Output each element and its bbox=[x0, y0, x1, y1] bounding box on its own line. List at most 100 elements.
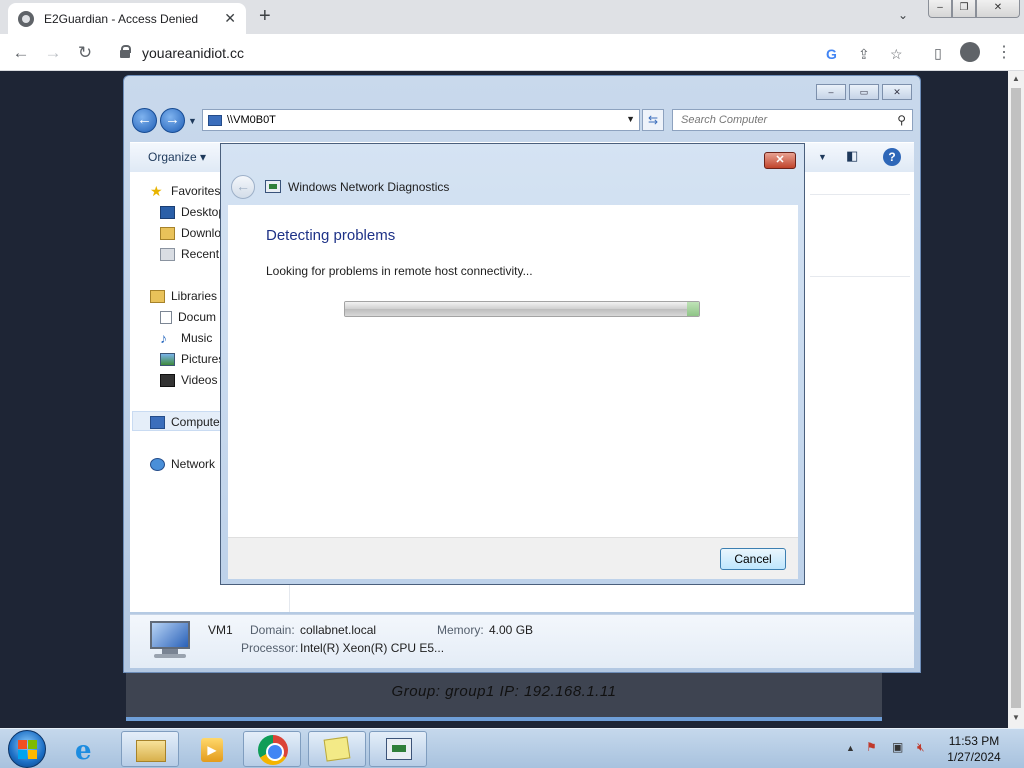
browser-toolbar: ← → ↻ youareanidiot.cc G ⇪ ☆ ▯ bbox=[0, 34, 1024, 71]
downloads-icon bbox=[160, 226, 175, 240]
volume-muted-icon[interactable]: 🔇︎ bbox=[917, 740, 925, 755]
new-tab-button[interactable]: + bbox=[259, 5, 271, 28]
scroll-down-icon[interactable]: ▼ bbox=[1012, 713, 1020, 722]
dialog-footer: Cancel bbox=[228, 537, 798, 579]
profile-avatar[interactable] bbox=[960, 42, 980, 62]
nav-item-network[interactable]: Network bbox=[150, 457, 215, 471]
taskbar-chrome[interactable] bbox=[243, 731, 301, 767]
help-icon[interactable]: ? bbox=[883, 148, 901, 166]
network-diagnostics-icon bbox=[386, 738, 412, 760]
computer-icon bbox=[150, 415, 165, 429]
refresh-icon[interactable]: ⇆ bbox=[642, 109, 664, 131]
scroll-up-icon[interactable]: ▲ bbox=[1012, 74, 1020, 83]
explorer-back-icon[interactable]: ← bbox=[132, 108, 157, 133]
network-tray-icon[interactable]: ▣ bbox=[892, 740, 903, 754]
nav-label: Downlo bbox=[181, 226, 222, 240]
chrome-icon bbox=[258, 735, 288, 765]
nav-label: Recent bbox=[181, 247, 220, 261]
explorer-maximize-button[interactable]: ▭ bbox=[849, 84, 879, 100]
memory-value: 4.00 GB bbox=[489, 623, 534, 637]
taskbar-sticky-notes[interactable] bbox=[308, 731, 366, 767]
nav-item-downloads[interactable]: Downlo bbox=[160, 226, 221, 240]
system-clock[interactable]: 11:53 PM 1/27/2024 bbox=[944, 733, 1004, 765]
nav-item-videos[interactable]: Videos bbox=[160, 373, 217, 387]
computer-name: VM1 bbox=[208, 623, 233, 637]
clock-time: 11:53 PM bbox=[948, 734, 1000, 748]
nav-label: Compute bbox=[171, 415, 220, 429]
browser-tab-strip: E2Guardian - Access Denied ✕ + ⌄ – ❐ ✕ bbox=[0, 0, 1024, 34]
recent-pages-icon[interactable]: ▼ bbox=[188, 116, 197, 126]
tab-search-icon[interactable]: ⌄ bbox=[898, 8, 908, 22]
dialog-content: Detecting problems Looking for problems … bbox=[228, 205, 798, 537]
tab-title: E2Guardian - Access Denied bbox=[44, 11, 199, 26]
nav-label: Videos bbox=[181, 373, 218, 387]
nav-item-music[interactable]: ♪ Music bbox=[160, 329, 212, 346]
dialog-close-button[interactable]: ✕ bbox=[764, 152, 796, 169]
share-icon[interactable]: ⇪ bbox=[858, 46, 870, 63]
progress-glow bbox=[687, 302, 699, 316]
address-dropdown-icon[interactable]: ▼ bbox=[626, 114, 635, 124]
google-icon[interactable]: G bbox=[826, 46, 837, 62]
dialog-heading: Detecting problems bbox=[266, 227, 396, 244]
globe-icon bbox=[18, 10, 34, 27]
url-text: youareanidiot.cc bbox=[142, 45, 244, 61]
show-hidden-icons[interactable]: ▲ bbox=[846, 743, 855, 753]
nav-item-favorites[interactable]: ★ Favorites bbox=[150, 184, 220, 199]
explorer-minimize-button[interactable]: – bbox=[816, 84, 846, 100]
documents-icon bbox=[160, 310, 172, 324]
sticky-notes-icon bbox=[323, 736, 351, 762]
media-player-icon: ▶ bbox=[201, 738, 223, 762]
search-icon[interactable]: ⚲ bbox=[897, 113, 906, 127]
nav-item-computer[interactable]: Compute bbox=[150, 415, 220, 429]
explorer-address-bar[interactable]: \\VM0B0T ▼ bbox=[202, 109, 640, 131]
nav-label: Pictures bbox=[181, 352, 225, 366]
memory-label: Memory: bbox=[437, 623, 484, 637]
monitor-icon bbox=[148, 621, 192, 659]
cancel-button[interactable]: Cancel bbox=[720, 548, 786, 570]
group-ip-text: Group: group1 IP: 192.168.1.11 bbox=[391, 683, 617, 700]
nav-item-documents[interactable]: Docum bbox=[160, 310, 216, 324]
bookmark-star-icon[interactable]: ☆ bbox=[890, 46, 903, 63]
organize-button[interactable]: Organize ▾ bbox=[148, 150, 206, 164]
minimize-button[interactable]: – bbox=[928, 0, 952, 18]
address-bar[interactable]: youareanidiot.cc G ⇪ ☆ bbox=[108, 38, 918, 67]
scroll-thumb[interactable] bbox=[1011, 88, 1021, 708]
nav-item-pictures[interactable]: Pictures bbox=[160, 352, 224, 366]
taskbar: e ▶ ▲ ⚑ ▣ 🔇︎ 11:53 PM 1/27/2024 bbox=[0, 728, 1024, 768]
menu-icon[interactable]: ⋮ bbox=[996, 42, 1012, 62]
taskbar-network-diagnostics[interactable] bbox=[369, 731, 427, 767]
explorer-search-input[interactable]: Search Computer ⚲ bbox=[672, 109, 913, 131]
browser-tab[interactable]: E2Guardian - Access Denied ✕ bbox=[8, 3, 246, 34]
nav-item-libraries[interactable]: Libraries bbox=[150, 289, 217, 303]
view-dropdown-icon[interactable]: ▼ bbox=[818, 152, 827, 162]
forward-icon[interactable]: → bbox=[41, 41, 65, 65]
back-icon[interactable]: ← bbox=[9, 41, 33, 65]
network-icon bbox=[150, 457, 165, 471]
page-scrollbar[interactable]: ▲ ▼ bbox=[1008, 71, 1024, 728]
explorer-close-button[interactable]: ✕ bbox=[882, 84, 912, 100]
nav-item-recent[interactable]: Recent bbox=[160, 247, 219, 261]
action-center-icon[interactable]: ⚑ bbox=[866, 740, 877, 754]
taskbar-ie[interactable]: e bbox=[60, 731, 118, 767]
network-diagnostics-icon bbox=[265, 180, 281, 193]
start-button[interactable] bbox=[8, 730, 46, 768]
taskbar-explorer[interactable] bbox=[121, 731, 179, 767]
close-tab-icon[interactable]: ✕ bbox=[224, 10, 236, 27]
close-window-button[interactable]: ✕ bbox=[976, 0, 1020, 18]
music-icon: ♪ bbox=[160, 329, 167, 346]
reload-icon[interactable]: ↻ bbox=[73, 41, 97, 65]
nav-label: Desktop bbox=[181, 205, 226, 219]
taskbar-media-player[interactable]: ▶ bbox=[182, 731, 240, 767]
processor-value: Intel(R) Xeon(R) CPU E5... bbox=[300, 641, 445, 655]
progress-fill bbox=[345, 302, 699, 316]
desktop-icon bbox=[160, 205, 175, 219]
preview-pane-icon[interactable]: ◧ bbox=[846, 148, 858, 164]
explorer-forward-icon[interactable]: → bbox=[160, 108, 185, 133]
restore-button[interactable]: ❐ bbox=[952, 0, 976, 18]
nav-item-desktop[interactable]: Desktop bbox=[160, 205, 225, 219]
recent-places-icon bbox=[160, 247, 175, 261]
side-panel-icon[interactable]: ▯ bbox=[926, 41, 950, 65]
folder-icon bbox=[136, 740, 166, 762]
dialog-back-icon[interactable]: ← bbox=[231, 175, 255, 199]
lock-icon[interactable] bbox=[120, 45, 131, 58]
